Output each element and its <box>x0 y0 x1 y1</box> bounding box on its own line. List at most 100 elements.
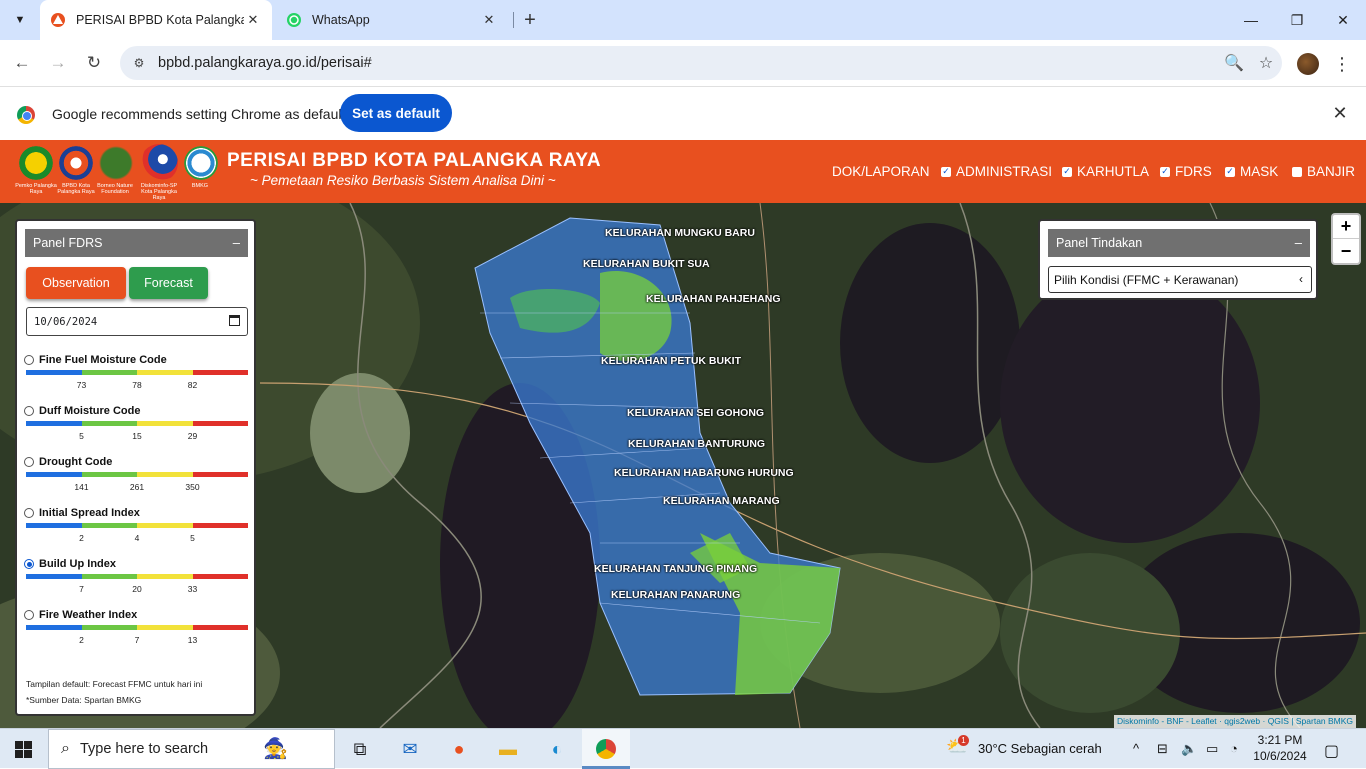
logo-caption: Pemko Palangka Raya <box>15 183 57 195</box>
task-view-icon[interactable]: ⧉ <box>346 735 374 763</box>
bookmark-star-icon[interactable]: ☆ <box>1250 47 1282 79</box>
menu-karhutla[interactable]: ✓ KARHUTLA <box>1062 164 1149 179</box>
wifi-icon[interactable]: ◔ <box>1230 741 1238 756</box>
index-color-scale <box>26 625 248 630</box>
zoom-out-button[interactable]: − <box>1333 239 1359 263</box>
zoom-in-button[interactable]: + <box>1333 215 1359 239</box>
clock-date: 10/6/2024 <box>1253 749 1307 763</box>
edge-icon[interactable]: ◐ <box>543 735 571 763</box>
logo-caption: BMKG <box>191 183 209 189</box>
radio-unselected-icon[interactable] <box>24 508 34 518</box>
scale-tick-label: 7 <box>79 584 84 594</box>
tab-perisai[interactable]: PERISAI BPBD Kota Palangka Raya ✕ <box>40 0 272 40</box>
checkbox-checked-icon[interactable]: ✓ <box>1160 166 1170 177</box>
panel-title: Panel Tindakan <box>1056 236 1143 250</box>
site-settings-icon[interactable]: ⚙ <box>128 52 150 74</box>
tab-close-icon[interactable]: ✕ <box>244 11 262 29</box>
diskominfo-logo <box>140 144 178 182</box>
network-icon[interactable]: ⊟ <box>1157 741 1168 757</box>
scale-tick-label: 78 <box>132 380 142 390</box>
site-title: PERISAI BPBD KOTA PALANGKA RAYA <box>227 150 602 171</box>
index-name: Duff Moisture Code <box>39 405 141 417</box>
menu-label: DOK/LAPORAN <box>832 164 930 179</box>
tab-title: WhatsApp <box>312 13 370 27</box>
chrome-taskbar-button[interactable] <box>582 729 630 769</box>
new-tab-button[interactable]: + <box>518 8 542 32</box>
panel-tindakan-header[interactable]: Panel Tindakan – <box>1048 229 1310 257</box>
show-hidden-icons-icon[interactable]: ^ <box>1133 741 1139 756</box>
firefox-icon[interactable]: ● <box>445 735 473 763</box>
volume-icon[interactable]: 🔈 <box>1181 741 1197 757</box>
kelurahan-label: KELURAHAN MUNGKU BARU <box>605 227 755 239</box>
chrome-menu-icon[interactable]: ⋮ <box>1330 50 1354 78</box>
battery-icon[interactable]: ▭ <box>1206 741 1218 757</box>
index-color-scale <box>26 574 248 579</box>
url-text[interactable]: bpbd.palangkaraya.go.id/perisai# <box>158 55 1218 71</box>
search-placeholder: Type here to search <box>79 741 209 757</box>
menu-fdrs[interactable]: ✓ FDRS <box>1160 164 1212 179</box>
minimize-panel-button[interactable]: – <box>1295 235 1302 250</box>
calendar-icon[interactable] <box>229 315 240 326</box>
menu-label: MASK <box>1240 164 1279 179</box>
scale-tick-label: 4 <box>134 533 140 543</box>
address-bar[interactable]: ⚙ bpbd.palangkaraya.go.id/perisai# 🔍 ☆ <box>120 46 1282 80</box>
set-as-default-button[interactable]: Set as default <box>340 94 452 132</box>
menu-label: FDRS <box>1175 164 1212 179</box>
minimize-panel-button[interactable]: – <box>233 235 240 250</box>
checkbox-checked-icon[interactable]: ✓ <box>941 166 951 177</box>
radio-selected-icon[interactable] <box>24 559 34 569</box>
search-highlight-icon[interactable]: 🧙 <box>263 736 288 761</box>
scale-tick-label: 141 <box>74 482 89 492</box>
kelurahan-label: KELURAHAN PETUK BUKIT <box>601 355 741 367</box>
infobar-close-icon[interactable]: ✕ <box>1330 103 1350 123</box>
profile-avatar[interactable] <box>1297 53 1319 75</box>
restore-window-icon[interactable]: ❐ <box>1274 0 1320 40</box>
forward-icon[interactable]: → <box>44 49 72 77</box>
tab-close-icon[interactable]: ✕ <box>480 11 498 29</box>
tab-whatsapp[interactable]: WhatsApp ✕ <box>276 4 508 36</box>
notifications-icon[interactable]: ▢ <box>1324 741 1339 761</box>
scale-tick-label: 13 <box>187 635 198 645</box>
tab-strip: ▼ PERISAI BPBD Kota Palangka Raya ✕ What… <box>0 0 1366 40</box>
kelurahan-label: KELURAHAN BUKIT SUA <box>583 258 710 270</box>
date-input[interactable]: 10/06/2024 <box>26 307 248 336</box>
radio-unselected-icon[interactable] <box>24 457 34 467</box>
minimize-window-icon[interactable]: — <box>1228 0 1274 40</box>
mail-icon[interactable]: ✉ <box>396 735 424 763</box>
forecast-button[interactable]: Forecast <box>129 267 208 299</box>
taskbar-search[interactable]: ⌕ Type here to search 🧙 <box>48 729 335 769</box>
menu-dok-laporan[interactable]: DOK/LAPORAN <box>832 164 930 179</box>
search-icon: ⌕ <box>61 740 70 757</box>
close-window-icon[interactable]: ✕ <box>1320 0 1366 40</box>
observation-button[interactable]: Observation <box>26 267 126 299</box>
reload-icon[interactable]: ↻ <box>80 49 108 77</box>
panel-fdrs-header[interactable]: Panel FDRS – <box>25 229 248 257</box>
zoom-icon[interactable]: 🔍 <box>1218 47 1250 79</box>
bpbd-logo <box>57 144 95 182</box>
radio-unselected-icon[interactable] <box>24 610 34 620</box>
checkbox-checked-icon[interactable]: ✓ <box>1225 166 1235 177</box>
back-icon[interactable]: ← <box>8 49 36 77</box>
scale-tick-label: 82 <box>187 380 198 390</box>
map-attribution[interactable]: Diskominfo - BNF - Leaflet · qgis2web · … <box>1114 715 1357 728</box>
kondisi-select[interactable]: Pilih Kondisi (FFMC + Kerawanan) ‹ <box>1048 266 1312 293</box>
checkbox-unchecked-icon[interactable] <box>1292 166 1302 177</box>
checkbox-checked-icon[interactable]: ✓ <box>1062 166 1072 177</box>
taskbar-clock[interactable]: 3:21 PM 10/6/2024 <box>1247 732 1313 764</box>
radio-unselected-icon[interactable] <box>24 355 34 365</box>
menu-administrasi[interactable]: ✓ ADMINISTRASI <box>941 164 1052 179</box>
scale-tick-label: 5 <box>79 431 84 441</box>
file-explorer-icon[interactable]: ▬ <box>494 735 522 763</box>
kelurahan-label: KELURAHAN HABARUNG HURUNG <box>614 467 794 479</box>
menu-banjir[interactable]: BANJIR <box>1292 164 1355 179</box>
logo-caption: Borneo Nature Foundation <box>97 183 133 195</box>
windows-start-icon[interactable] <box>15 741 32 758</box>
index-color-scale <box>26 523 248 528</box>
tab-search-chevron-icon[interactable]: ▼ <box>8 8 32 32</box>
radio-unselected-icon[interactable] <box>24 406 34 416</box>
weather-text[interactable]: 30°C Sebagian cerah <box>978 741 1102 756</box>
scale-tick-label: 2 <box>79 635 84 645</box>
scale-tick-label: 29 <box>187 431 198 441</box>
default-browser-infobar: Google recommends setting Chrome as defa… <box>0 86 1366 140</box>
menu-mask[interactable]: ✓ MASK <box>1225 164 1278 179</box>
